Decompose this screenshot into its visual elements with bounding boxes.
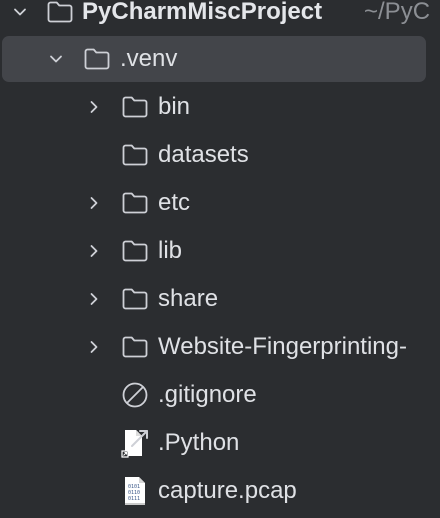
tree-label-website-fingerprinting: Website-Fingerprinting- <box>158 333 407 360</box>
project-tree: PyCharmMiscProject ~/PyC .venv bin datas… <box>0 0 440 518</box>
tree-row-website-fingerprinting[interactable]: Website-Fingerprinting- <box>0 323 440 371</box>
tree-row-datasets[interactable]: datasets <box>0 131 440 179</box>
tree-label-venv: .venv <box>120 45 178 72</box>
tree-row-python[interactable]: .Python <box>0 419 440 467</box>
tree-label-share: share <box>158 285 219 312</box>
chevron-right-icon[interactable] <box>84 179 104 227</box>
tree-row-etc[interactable]: etc <box>0 179 440 227</box>
tree-row-gitignore[interactable]: .gitignore <box>0 371 440 419</box>
chevron-right-icon[interactable] <box>84 83 104 131</box>
tree-label-capture-pcap: capture.pcap <box>158 477 297 504</box>
folder-icon <box>120 83 150 131</box>
tree-label-python: .Python <box>158 429 240 456</box>
chevron-right-icon[interactable] <box>84 323 104 371</box>
folder-icon <box>45 0 75 36</box>
folder-icon <box>120 227 150 275</box>
chevron-right-icon[interactable] <box>84 227 104 275</box>
tree-row-venv[interactable]: .venv <box>0 35 440 83</box>
tree-label-etc: etc <box>158 189 191 216</box>
tree-label-root: PyCharmMiscProject <box>82 0 323 25</box>
tree-label-datasets: datasets <box>158 141 249 168</box>
folder-icon <box>120 131 150 179</box>
project-path-hint: ~/PyC <box>364 0 431 25</box>
tree-row-lib[interactable]: lib <box>0 227 440 275</box>
chevron-down-icon[interactable] <box>10 0 30 36</box>
folder-icon <box>120 179 150 227</box>
folder-icon <box>82 35 112 83</box>
svg-text:0111: 0111 <box>128 496 140 502</box>
symlink-file-icon <box>120 419 150 467</box>
tree-row-capture-pcap[interactable]: 0101 0110 0111 capture.pcap <box>0 467 440 515</box>
tree-label-lib: lib <box>158 237 183 264</box>
tree-label-gitignore: .gitignore <box>158 381 257 408</box>
binary-file-icon: 0101 0110 0111 <box>120 467 150 515</box>
folder-icon <box>120 323 150 371</box>
tree-row-root[interactable]: PyCharmMiscProject ~/PyC <box>0 0 440 36</box>
folder-icon <box>120 275 150 323</box>
tree-row-share[interactable]: share <box>0 275 440 323</box>
ignore-file-icon <box>120 371 150 419</box>
tree-row-bin[interactable]: bin <box>0 83 440 131</box>
chevron-right-icon[interactable] <box>84 275 104 323</box>
chevron-down-icon[interactable] <box>46 35 66 83</box>
tree-label-bin: bin <box>158 93 191 120</box>
